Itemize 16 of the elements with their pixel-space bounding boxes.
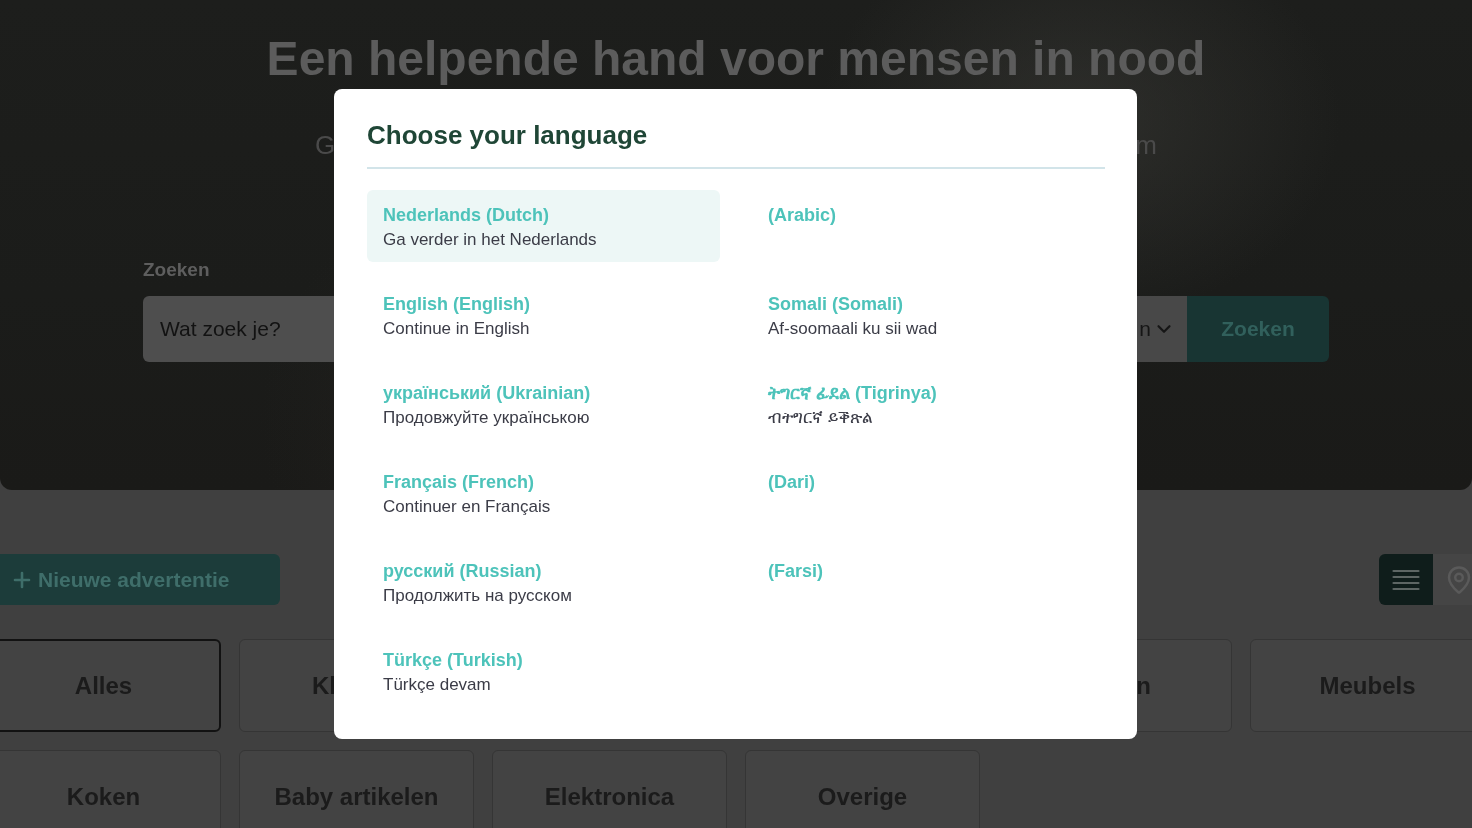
language-option[interactable]: ትግርኛ ፊደል (Tigrinya) ብትግርኛ ይቕጽል [752, 368, 1105, 440]
menu-icon [1392, 568, 1420, 591]
language-option[interactable]: English (English) Continue in English [367, 279, 720, 351]
language-option[interactable]: русский (Russian) Продолжить на русском [367, 546, 720, 618]
list-view-button[interactable] [1379, 554, 1433, 605]
hero-title: Een helpende hand voor mensen in nood [266, 31, 1206, 87]
language-option[interactable]: (Arabic) [752, 190, 1105, 262]
language-option[interactable]: Français (French) Continuer en Français [367, 457, 720, 529]
search-label: Zoeken [143, 258, 210, 282]
language-option[interactable]: Somali (Somali) Af-soomaali ku sii wad [752, 279, 1105, 351]
language-option[interactable]: Nederlands (Dutch) Ga verder in het Nederlands [367, 190, 720, 262]
language-option[interactable]: Türkçe (Turkish) Türkçe devam [367, 635, 720, 707]
language-option[interactable]: (Farsi) [752, 546, 1105, 618]
language-option[interactable]: український (Ukrainian) Продовжуйте українською [367, 368, 720, 440]
dialog-title: Choose your language [367, 119, 648, 152]
language-option[interactable]: (Dari) [752, 457, 1105, 529]
